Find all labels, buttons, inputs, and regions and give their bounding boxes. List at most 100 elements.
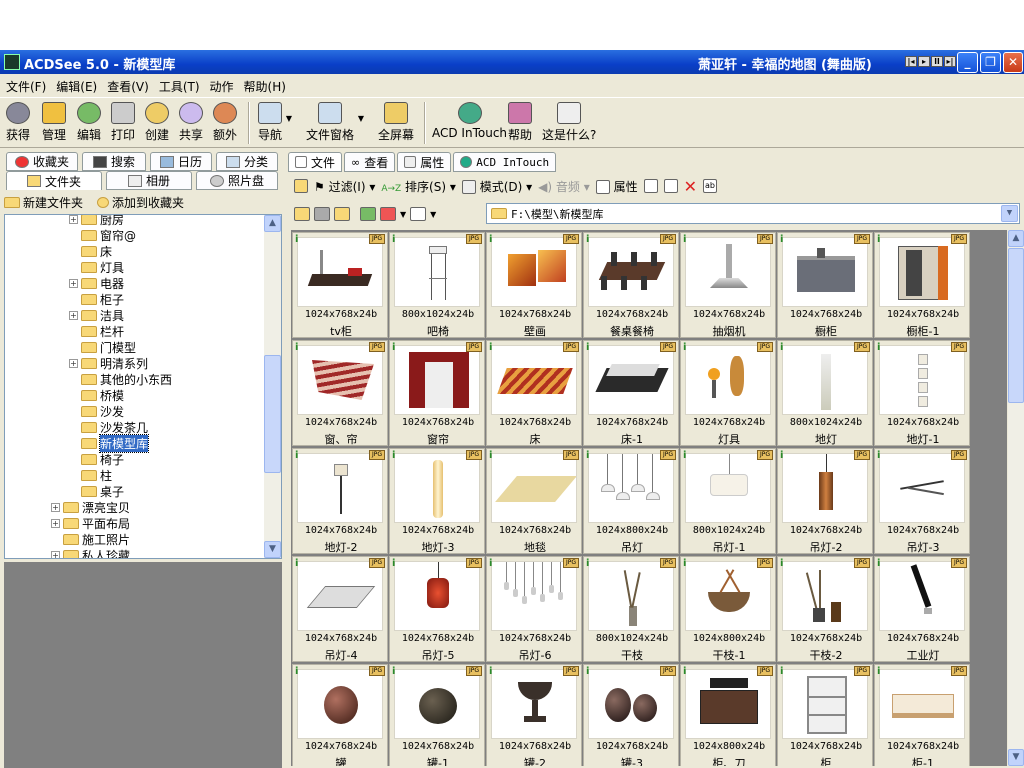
chevron-down-icon[interactable]: ▼ (1001, 205, 1018, 222)
expand-plus-icon[interactable]: + (69, 358, 78, 368)
tab-properties[interactable]: 属性 (397, 152, 452, 172)
thumbnail-item[interactable]: i JPG 1024x768x24b 柜-1 (874, 664, 970, 766)
scroll-down-arrow-icon[interactable]: ▼ (264, 541, 281, 558)
tree-folder[interactable]: 新模型库 (69, 433, 150, 453)
thumbnail-item[interactable]: i JPG 1024x768x24b 餐桌餐椅 (583, 232, 679, 338)
intouch-button[interactable]: ACD InTouch (432, 102, 507, 140)
tab-favorites[interactable]: 收藏夹 (6, 152, 78, 171)
thumbnail-image[interactable] (588, 453, 674, 523)
expand-plus-icon[interactable]: + (69, 310, 78, 320)
tab-intouch[interactable]: ACD InTouch (453, 152, 557, 172)
tree-folder[interactable]: + 私人珍藏 (51, 547, 130, 558)
thumbnail-image[interactable] (782, 345, 868, 415)
thumbnail-image[interactable] (782, 561, 868, 631)
thumbnail-image[interactable] (394, 345, 480, 415)
tab-album[interactable]: 相册 (106, 171, 192, 190)
pause-icon[interactable]: ll (931, 56, 943, 67)
thumbnail-image[interactable] (685, 345, 771, 415)
chevron-down-icon[interactable]: ▼ (430, 210, 436, 219)
thumbnail-image[interactable] (685, 669, 771, 739)
thumbnail-item[interactable]: i JPG 800x1024x24b 地灯 (777, 340, 873, 446)
acdsee-app-icon[interactable] (4, 54, 20, 70)
scroll-up-arrow-icon[interactable]: ▲ (1008, 230, 1024, 247)
thumbnail-item[interactable]: i JPG 1024x800x24b 干枝-1 (680, 556, 776, 662)
thumbnail-item[interactable]: i JPG 1024x768x24b 吊灯-2 (777, 448, 873, 554)
tree-folder[interactable]: 床 (69, 243, 112, 259)
thumbnail-image[interactable] (394, 561, 480, 631)
thumbnail-item[interactable]: i JPG 1024x768x24b 罐-3 (583, 664, 679, 766)
tree-folder[interactable]: 灯具 (69, 259, 124, 275)
acquire-button[interactable]: 获得 (6, 102, 30, 143)
thumbnail-image[interactable] (297, 561, 383, 631)
scroll-down-arrow-icon[interactable]: ▼ (1008, 749, 1024, 766)
edit-button[interactable]: 编辑 (77, 102, 101, 143)
scroll-up-arrow-icon[interactable]: ▲ (264, 215, 281, 232)
tab-view[interactable]: ∞ 查看 (344, 152, 396, 172)
thumbnail-image[interactable] (491, 237, 577, 307)
view-icon[interactable] (410, 207, 427, 221)
sort-button[interactable]: A→Z 排序(S) ▾ (381, 178, 456, 195)
menu-edit[interactable]: 编辑(E) (56, 78, 97, 95)
expand-plus-icon[interactable]: + (51, 518, 60, 528)
thumbnail-item[interactable]: i JPG 1024x768x24b 窗、帘 (292, 340, 388, 446)
thumbnail-item[interactable]: i JPG 1024x768x24b tv柜 (292, 232, 388, 338)
tree-folder[interactable]: + 洁具 (69, 307, 124, 323)
thumbnail-image[interactable] (782, 453, 868, 523)
thumbnail-item[interactable]: i JPG 1024x768x24b 罐 (292, 664, 388, 766)
next-track-icon[interactable]: ▸| (944, 56, 956, 67)
tab-file[interactable]: 文件 (288, 152, 343, 172)
thumbnail-image[interactable] (297, 669, 383, 739)
tree-scrollbar-thumb[interactable] (264, 355, 281, 473)
thumbnail-image[interactable] (782, 669, 868, 739)
chevron-down-icon[interactable]: ▼ (358, 114, 364, 123)
thumbnail-item[interactable]: i JPG 1024x768x24b 床 (486, 340, 582, 446)
thumbnail-item[interactable]: i JPG 1024x768x24b 吊灯-5 (389, 556, 485, 662)
select-icon[interactable] (380, 207, 396, 221)
forward-icon[interactable] (314, 207, 330, 221)
menu-actions[interactable]: 动作 (210, 78, 234, 95)
menu-tools[interactable]: 工具(T) (159, 78, 200, 95)
close-button[interactable]: ✕ (1003, 52, 1023, 73)
menu-view[interactable]: 查看(V) (107, 78, 149, 95)
filter-button[interactable]: ⚑ 过滤(I) ▾ (314, 178, 375, 195)
thumbnail-item[interactable]: i JPG 800x1024x24b 吧椅 (389, 232, 485, 338)
thumbnail-item[interactable]: i JPG 1024x768x24b 吊灯-6 (486, 556, 582, 662)
tab-folders[interactable]: 文件夹 (6, 171, 102, 190)
thumbnail-item[interactable]: i JPG 1024x768x24b 壁画 (486, 232, 582, 338)
rename-icon[interactable]: ab (703, 179, 718, 193)
folder-up-icon[interactable] (294, 179, 308, 193)
thumbnail-image[interactable] (879, 345, 965, 415)
thumbnail-item[interactable]: i JPG 1024x768x24b 干枝-2 (777, 556, 873, 662)
chevron-down-icon[interactable]: ▼ (286, 114, 292, 123)
menu-help[interactable]: 帮助(H) (244, 78, 286, 95)
tree-folder[interactable]: + 电器 (69, 275, 124, 291)
thumbnail-item[interactable]: i JPG 1024x768x24b 吊灯-3 (874, 448, 970, 554)
path-field[interactable]: F:\模型\新模型库 ▼ (486, 203, 1020, 224)
refresh-icon[interactable] (360, 207, 376, 221)
thumbnail-image[interactable] (588, 669, 674, 739)
tree-folder[interactable]: 窗帘@ (69, 227, 136, 243)
thumbnail-image[interactable] (588, 345, 674, 415)
thumbnail-image[interactable] (588, 561, 674, 631)
thumbnail-item[interactable]: i JPG 1024x768x24b 灯具 (680, 340, 776, 446)
navigate-button[interactable]: 导航 ▼ (258, 102, 292, 143)
thumbnail-item[interactable]: i JPG 1024x768x24b 地灯-1 (874, 340, 970, 446)
tree-folder[interactable]: 桌子 (69, 483, 124, 499)
thumbnail-item[interactable]: i JPG 1024x768x24b 罐-1 (389, 664, 485, 766)
tab-photo-disc[interactable]: 照片盘 (196, 171, 278, 190)
expand-plus-icon[interactable]: + (69, 278, 78, 288)
thumbnail-item[interactable]: i JPG 1024x768x24b 罐-2 (486, 664, 582, 766)
back-icon[interactable] (294, 207, 310, 221)
tree-folder[interactable]: 桥模 (69, 387, 124, 403)
prev-track-icon[interactable]: |◂ (905, 56, 917, 67)
add-favorite-button[interactable]: 添加到收藏夹 (97, 194, 184, 211)
expand-plus-icon[interactable]: + (51, 502, 60, 512)
help-button[interactable]: 帮助 (508, 102, 532, 143)
print-button[interactable]: 打印 (111, 102, 135, 143)
file-pane-button[interactable]: 文件窗格 ▼ (306, 102, 364, 143)
tree-folder[interactable]: 沙发茶几 (69, 419, 148, 435)
thumbnail-image[interactable] (491, 669, 577, 739)
menu-file[interactable]: 文件(F) (6, 78, 46, 95)
thumbnail-item[interactable]: i JPG 1024x768x24b 窗帘 (389, 340, 485, 446)
thumbnail-item[interactable]: i JPG 1024x800x24b 吊灯 (583, 448, 679, 554)
